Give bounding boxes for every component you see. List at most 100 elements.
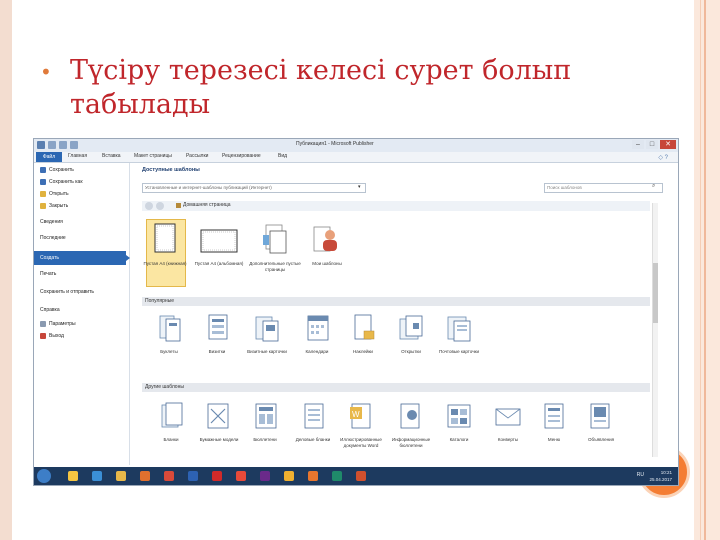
system-tray-language[interactable]: RU [637,472,644,478]
sidebar-item-save-as[interactable]: Сохранить как [40,179,83,185]
slide-title-line-1: Түсіру терезесі келесі сурет болып [70,55,572,86]
tab-insert[interactable]: Вставка [102,153,121,159]
save-icon[interactable] [48,141,56,149]
scrollbar-thumb[interactable] [653,263,658,323]
premiere-icon[interactable] [256,469,274,483]
tab-page-design[interactable]: Макет страницы [134,153,172,159]
firefox-icon[interactable] [304,469,322,483]
tile-label: Бланки [163,437,179,442]
help-icon[interactable]: ◇ ? [658,154,668,161]
opera-icon-glyph [212,471,222,481]
blank-portrait-icon[interactable] [154,223,176,253]
close-folder-icon [40,203,46,209]
forward-button[interactable] [156,202,164,210]
maximize-button[interactable]: □ [646,140,658,149]
tab-file[interactable]: Файл [36,152,62,162]
sidebar-item-print[interactable]: Печать [40,271,56,277]
sidebar-item-options[interactable]: Параметры [40,321,76,327]
media-icon[interactable] [136,469,154,483]
sidebar-item-exit[interactable]: Выход [40,333,64,339]
undo-icon[interactable] [59,141,67,149]
tile-label: Иллюстрированные документы Word [340,437,382,448]
tile-label: Пустая А4 (книжная) [143,261,187,266]
minimize-button[interactable]: – [632,140,644,149]
explorer-icon[interactable] [64,469,82,483]
word-icon[interactable] [184,469,202,483]
sidebar-item-help[interactable]: Справка [40,307,60,313]
powerpoint-icon[interactable] [352,469,370,483]
templates-pane: Доступные шаблоны Установленные и интерн… [134,163,668,465]
sidebar-item-label: Сохранить как [49,179,83,185]
template-source-select[interactable]: Установленные и интернет-шаблоны публика… [142,183,366,193]
ribbon-tabs: Файл Главная Вставка Макет страницы Расс… [34,152,678,163]
templates-scrollbar[interactable] [652,203,658,457]
publisher-icon-glyph [332,471,342,481]
sidebar-item-save[interactable]: Сохранить [40,167,74,173]
catalogs-icon[interactable] [446,401,472,431]
more-blank-pages-icon[interactable] [262,223,288,255]
save-icon [40,167,46,173]
calendars-icon[interactable] [306,313,330,343]
start-button[interactable] [37,469,51,483]
explorer-icon-glyph [68,471,78,481]
home-link[interactable]: Домашняя страница [176,202,231,208]
greeting-cards-icon[interactable] [254,313,280,343]
taskbar-clock[interactable]: 10:21 25.04.2017 [649,469,672,483]
ie-icon[interactable] [88,469,106,483]
info-bulletins-icon[interactable] [398,401,424,431]
yandex-browser-icon-glyph [284,471,294,481]
announcements-icon[interactable] [588,401,612,431]
yandex-browser-icon[interactable] [280,469,298,483]
tab-home[interactable]: Главная [68,153,87,159]
business-cards-icon[interactable] [206,313,230,343]
chrome-icon[interactable] [160,469,178,483]
labels-icon[interactable] [352,313,376,343]
svg-text:W: W [352,410,360,419]
blank-landscape-icon[interactable] [200,229,238,253]
tile-label: Буклеты [160,349,178,354]
forms-icon[interactable] [160,401,184,431]
postcards-icon[interactable] [398,313,424,343]
folder-icon[interactable] [112,469,130,483]
my-templates-icon[interactable] [312,223,340,255]
title-bullet: • [40,60,52,84]
close-button[interactable]: ✕ [660,140,676,149]
slide-right-line [704,0,706,540]
tab-mailings[interactable]: Рассылки [186,153,208,159]
search-icon[interactable]: ⌕ [652,183,655,190]
sidebar-item-new[interactable]: Создать [34,251,126,265]
tab-review[interactable]: Рецензирование [222,153,261,159]
sidebar-item-recent[interactable]: Последние [40,235,66,241]
opera-icon[interactable] [208,469,226,483]
menus-icon[interactable] [542,401,566,431]
paper-models-icon[interactable] [206,401,232,431]
tile-label: Почтовые карточки [438,349,480,354]
back-button[interactable] [145,202,153,210]
template-search-input[interactable]: Поиск шаблонов [544,183,663,193]
tile-label: Объявления [587,437,615,442]
word-documents-icon[interactable]: W [348,401,374,431]
firefox-icon-glyph [308,471,318,481]
exit-icon [40,333,46,339]
chevron-down-icon[interactable]: ▾ [358,184,361,190]
tab-view[interactable]: Вид [278,153,287,159]
folder-icon-glyph [116,471,126,481]
premiere-icon-glyph [260,471,270,481]
yandex-icon[interactable] [232,469,250,483]
sidebar-item-close[interactable]: Закрыть [40,203,68,209]
tile-label: Открытки [401,349,421,354]
mail-cards-icon[interactable] [446,313,472,343]
tile-label: Наклейки [353,349,373,354]
newsletters-icon[interactable] [254,401,278,431]
sidebar-item-save-send[interactable]: Сохранить и отправить [40,289,94,295]
redo-icon[interactable] [70,141,78,149]
publisher-icon[interactable] [328,469,346,483]
sidebar-item-open[interactable]: Открыть [40,191,69,197]
brochures-icon[interactable] [158,313,182,343]
sidebar-item-info[interactable]: Сведения [40,219,63,225]
title-bar: Публикация1 - Microsoft Publisher – □ ✕ [34,139,678,152]
envelopes-icon[interactable] [494,403,522,429]
quick-access-toolbar [37,141,78,149]
clock-time: 10:21 [660,470,672,475]
business-forms-icon[interactable] [302,401,326,431]
